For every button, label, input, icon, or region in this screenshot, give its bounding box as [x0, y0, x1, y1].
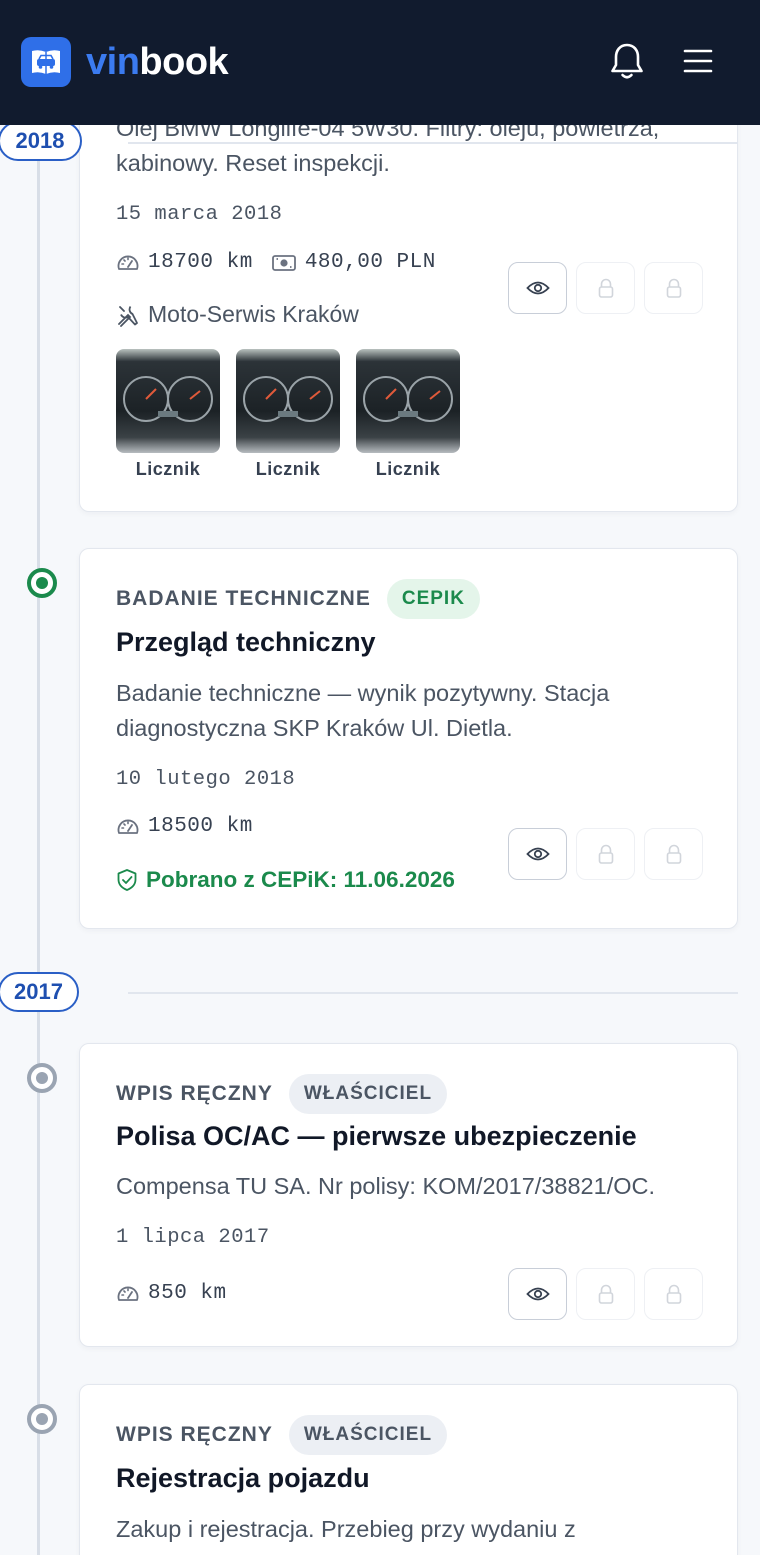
- banknote-icon: [271, 254, 296, 271]
- photo-gallery: Licznik Licznik Licznik: [116, 349, 460, 480]
- event-type-row: BADANIE TECHNICZNE CEPIK: [116, 579, 480, 619]
- eye-icon: [525, 1287, 550, 1301]
- timeline-dot-verified: [27, 568, 57, 598]
- photo-caption: Licznik: [255, 459, 321, 479]
- brand-book: book: [139, 41, 229, 83]
- lock-icon: [598, 278, 613, 298]
- event-card[interactable]: WPIS RĘCZNY WŁAŚCICIEL Polisa OC/AC — pi…: [79, 1043, 738, 1347]
- event-date: 1 lipca 2017: [116, 1226, 270, 1249]
- event-cost: 480,00 PLN: [304, 251, 436, 274]
- event-actions: [508, 1268, 703, 1320]
- event-date: 10 lutego 2018: [116, 768, 296, 791]
- event-type-row: WPIS RĘCZNY WŁAŚCICIEL: [116, 1074, 448, 1114]
- lock-icon: [666, 844, 681, 864]
- wrench-screwdriver-icon: [118, 305, 138, 327]
- brand-wordmark[interactable]: vinbook: [86, 38, 229, 86]
- eye-icon: [525, 847, 550, 861]
- event-title: Przegląd techniczny: [116, 627, 376, 657]
- locked-action-button[interactable]: [576, 1268, 635, 1320]
- speedometer-icon: [117, 255, 139, 270]
- event-description: Zakup i rejestracja. Przebieg przy wydan…: [116, 1516, 576, 1542]
- photo-caption: Licznik: [375, 459, 441, 479]
- source-badge: WŁAŚCICIEL: [288, 1074, 448, 1114]
- event-card[interactable]: Olej BMW Longlife-04 5W30. Filtry: oleju…: [79, 80, 738, 512]
- car-manual-logo-icon[interactable]: [21, 37, 71, 87]
- event-card[interactable]: BADANIE TECHNICZNE CEPIK Przegląd techni…: [79, 548, 738, 929]
- photo-thumbnail[interactable]: Licznik: [236, 349, 340, 480]
- event-mileage: 18700 km: [148, 251, 253, 274]
- event-date: 15 marca 2018: [116, 203, 283, 226]
- eye-icon: [525, 281, 550, 295]
- event-mileage: 850 km: [148, 1282, 227, 1305]
- event-type-row: WPIS RĘCZNY WŁAŚCICIEL: [116, 1415, 448, 1455]
- shield-check-icon: [117, 869, 137, 891]
- event-type: BADANIE TECHNICZNE: [116, 587, 371, 610]
- event-type: WPIS RĘCZNY: [116, 1423, 273, 1446]
- timeline-dot: [27, 1063, 57, 1093]
- odometer-photo: [116, 349, 220, 453]
- odometer-photo: [236, 349, 340, 453]
- bell-icon[interactable]: [608, 40, 646, 82]
- lock-icon: [666, 278, 681, 298]
- event-title: Polisa OC/AC — pierwsze ubezpieczenie: [116, 1121, 637, 1151]
- locked-action-button[interactable]: [644, 1268, 703, 1320]
- speedometer-icon: [117, 1286, 139, 1301]
- app-header: vinbook: [0, 0, 760, 125]
- brand-vin: vin: [86, 41, 140, 83]
- view-button[interactable]: [508, 828, 567, 880]
- locked-action-button[interactable]: [644, 262, 703, 314]
- event-description: Compensa TU SA. Nr polisy: KOM/2017/3882…: [116, 1173, 655, 1199]
- event-actions: [508, 262, 703, 314]
- view-button[interactable]: [508, 262, 567, 314]
- timeline-line: [37, 125, 40, 1555]
- locked-action-button[interactable]: [576, 262, 635, 314]
- cepik-source-note: Pobrano z CEPiK: 11.06.2026: [116, 867, 455, 893]
- event-description: Badanie techniczne — wynik pozytywny. St…: [116, 680, 610, 741]
- event-meta: 18500 km: [116, 815, 253, 838]
- event-card[interactable]: WPIS RĘCZNY WŁAŚCICIEL Rejestracja pojaz…: [79, 1384, 738, 1555]
- photo-caption: Licznik: [135, 459, 201, 479]
- timeline-dot: [27, 1404, 57, 1434]
- view-button[interactable]: [508, 1268, 567, 1320]
- hamburger-menu-icon[interactable]: [681, 44, 715, 78]
- event-meta: 18700 km 480,00 PLN: [116, 251, 436, 274]
- photo-thumbnail[interactable]: Licznik: [356, 349, 460, 480]
- event-meta: 850 km: [116, 1282, 227, 1305]
- year-divider: [128, 992, 738, 994]
- year-divider: [128, 142, 738, 144]
- speedometer-icon: [117, 819, 139, 834]
- event-type: WPIS RĘCZNY: [116, 1082, 273, 1105]
- locked-action-button[interactable]: [644, 828, 703, 880]
- source-badge: CEPIK: [386, 579, 480, 619]
- lock-icon: [598, 1284, 613, 1304]
- photo-thumbnail[interactable]: Licznik: [116, 349, 220, 480]
- lock-icon: [598, 844, 613, 864]
- garage-name: Moto-Serwis Kraków: [148, 301, 359, 327]
- year-marker-2017: 2017: [0, 972, 79, 1012]
- event-actions: [508, 828, 703, 880]
- cepik-note-text: Pobrano z CEPiK: 11.06.2026: [146, 867, 455, 892]
- lock-icon: [666, 1284, 681, 1304]
- event-title: Rejestracja pojazdu: [116, 1463, 370, 1493]
- event-garage: Moto-Serwis Kraków: [116, 301, 359, 328]
- odometer-photo: [356, 349, 460, 453]
- year-marker-2018: 2018: [0, 121, 82, 161]
- source-badge: WŁAŚCICIEL: [288, 1415, 448, 1455]
- locked-action-button[interactable]: [576, 828, 635, 880]
- event-mileage: 18500 km: [148, 815, 253, 838]
